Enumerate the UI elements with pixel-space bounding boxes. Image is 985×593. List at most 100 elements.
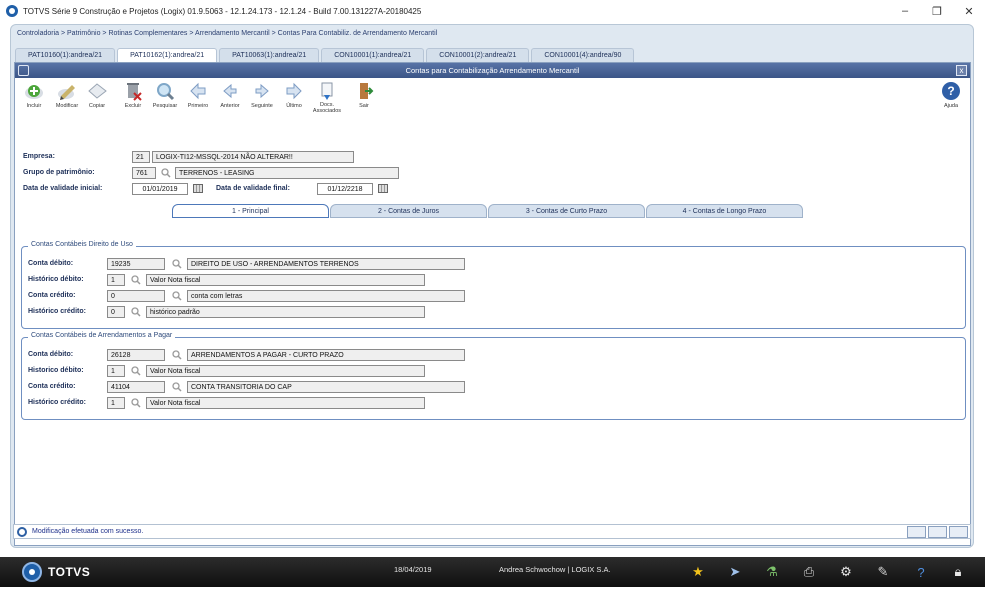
status-buttons	[905, 526, 968, 538]
pesquisar-button[interactable]: Pesquisar	[148, 80, 182, 114]
restore-button[interactable]: ❐	[921, 0, 953, 22]
copiar-button[interactable]: Copiar	[80, 80, 114, 114]
calendar-icon-inicial[interactable]	[193, 184, 203, 193]
tab-pat10063[interactable]: PAT10063(1):andrea/21	[219, 48, 320, 62]
data-inicial-field[interactable]: 01/01/2019	[132, 183, 188, 195]
tools-icon[interactable]: ⚗	[764, 564, 780, 580]
g2-conta-credito-label: Conta crédito:	[28, 383, 76, 390]
g2-historico-credito-code[interactable]: 1	[107, 397, 125, 409]
next-record-icon	[251, 80, 273, 102]
tab-contas-longo-prazo[interactable]: 4 - Contas de Longo Prazo	[646, 204, 803, 218]
seguinte-label: Seguinte	[251, 103, 273, 109]
g1-historico-debito-code[interactable]: 1	[107, 274, 125, 286]
navigate-icon[interactable]: ➤	[727, 564, 743, 580]
g2-conta-debito-lookup-icon[interactable]	[172, 350, 182, 360]
tab-con10001-2[interactable]: CON10001(2):andrea/21	[426, 48, 530, 62]
g2-conta-debito-code[interactable]: 26128	[107, 349, 165, 361]
favorites-star-icon[interactable]: ★	[690, 564, 706, 580]
g2-historico-debito-code[interactable]: 1	[107, 365, 125, 377]
grupo-lookup-icon[interactable]	[161, 168, 171, 178]
excluir-button[interactable]: Excluir	[116, 80, 150, 114]
g2-historico-credito-lookup-icon[interactable]	[131, 398, 141, 408]
tab-contas-juros[interactable]: 2 - Contas de Juros	[330, 204, 487, 218]
excluir-label: Excluir	[124, 103, 142, 109]
status-message: Modificação efetuada com sucesso.	[32, 528, 144, 535]
g1-historico-credito-label: Histórico crédito:	[28, 308, 86, 315]
tab-pat10162[interactable]: PAT10162(1):andrea/21	[117, 48, 218, 62]
status-button-3[interactable]	[949, 526, 968, 538]
sair-button[interactable]: Sair	[347, 80, 381, 114]
g1-historico-debito-desc: Valor Nota fiscal	[146, 274, 425, 286]
incluir-label: Incluir	[26, 103, 42, 109]
window-title: TOTVS Série 9 Construção e Projetos (Log…	[23, 6, 422, 16]
pesquisar-label: Pesquisar	[152, 103, 178, 109]
settings-gear-icon[interactable]: ⚙	[838, 564, 854, 580]
help-circle-icon[interactable]: ?	[913, 564, 929, 580]
docs-associados-button[interactable]: Docs. Associados	[310, 80, 344, 114]
seguinte-button[interactable]: Seguinte	[245, 80, 279, 114]
data-final-field[interactable]: 01/12/2218	[317, 183, 373, 195]
tab-contas-curto-prazo[interactable]: 3 - Contas de Curto Prazo	[488, 204, 645, 218]
g2-conta-credito-lookup-icon[interactable]	[172, 382, 182, 392]
g1-historico-debito-lookup-icon[interactable]	[131, 275, 141, 285]
g1-conta-credito-code[interactable]: 0	[107, 290, 165, 302]
form-tabs: 1 - Principal 2 - Contas de Juros 3 - Co…	[172, 204, 804, 218]
empresa-code-field[interactable]: 21	[132, 151, 150, 163]
g1-historico-credito-code[interactable]: 0	[107, 306, 125, 318]
g1-conta-debito-label: Conta débito:	[28, 260, 74, 267]
g1-conta-credito-label: Conta crédito:	[28, 292, 76, 299]
ultimo-label: Último	[286, 103, 302, 109]
g1-conta-debito-lookup-icon[interactable]	[172, 259, 182, 269]
ultimo-button[interactable]: Último	[277, 80, 311, 114]
g1-conta-credito-lookup-icon[interactable]	[172, 291, 182, 301]
g2-historico-debito-desc: Valor Nota fiscal	[146, 365, 425, 377]
breadcrumb: Controladoria > Patrimônio > Rotinas Com…	[17, 30, 438, 37]
totvs-logo-icon[interactable]	[22, 562, 42, 582]
modificar-label: Modificar	[55, 103, 79, 109]
primeiro-label: Primeiro	[187, 103, 209, 109]
g1-historico-credito-lookup-icon[interactable]	[131, 307, 141, 317]
group-arrendamentos-a-pagar: Contas Contábeis de Arrendamentos a Paga…	[21, 332, 966, 420]
status-button-2[interactable]	[928, 526, 947, 538]
minimize-button[interactable]: –	[889, 0, 921, 22]
anterior-button[interactable]: Anterior	[213, 80, 247, 114]
g2-conta-credito-code[interactable]: 41104	[107, 381, 165, 393]
ajuda-label: Ajuda	[943, 103, 959, 109]
copy-icon	[86, 80, 108, 102]
sair-label: Sair	[359, 103, 369, 109]
window-controls: – ❐ ✕	[889, 0, 985, 22]
grupo-code-field[interactable]: 761	[132, 167, 156, 179]
g1-conta-debito-code[interactable]: 19235	[107, 258, 165, 270]
window-menu-icon[interactable]	[18, 65, 29, 76]
exit-icon	[353, 80, 375, 102]
print-icon[interactable]: ⎙	[801, 564, 817, 580]
status-button-1[interactable]	[907, 526, 926, 538]
tab-pat10160[interactable]: PAT10160(1):andrea/21	[15, 48, 116, 62]
edit-icon	[56, 80, 78, 102]
grupo-label: Grupo de patrimônio:	[23, 169, 95, 176]
g1-historico-credito-desc: histórico padrão	[146, 306, 425, 318]
pin-icon[interactable]: ✎	[875, 564, 891, 580]
program-close-button[interactable]: x	[956, 65, 967, 76]
primeiro-button[interactable]: Primeiro	[181, 80, 215, 114]
g2-conta-debito-desc: ARRENDAMENTOS A PAGAR - CURTO PRAZO	[187, 349, 465, 361]
group-arrendamentos-title: Contas Contábeis de Arrendamentos a Paga…	[28, 332, 176, 339]
docs-label-2: Associados	[312, 108, 342, 114]
empresa-label: Empresa:	[23, 153, 55, 160]
g2-historico-credito-label: Histórico crédito:	[28, 399, 86, 406]
modificar-button[interactable]: Modificar	[50, 80, 84, 114]
calendar-icon-final[interactable]	[378, 184, 388, 193]
g1-historico-debito-label: Histórico débito:	[28, 276, 84, 283]
close-button[interactable]: ✕	[953, 0, 985, 22]
g2-conta-credito-desc: CONTA TRANSITORIA DO CAP	[187, 381, 465, 393]
tab-principal[interactable]: 1 - Principal	[172, 204, 329, 218]
app-frame: Controladoria > Patrimônio > Rotinas Com…	[10, 24, 974, 548]
ajuda-button[interactable]: ? Ajuda	[934, 80, 968, 114]
tab-con10001-4[interactable]: CON10001(4):andrea/90	[531, 48, 635, 62]
lock-icon[interactable]: 🔒︎	[950, 564, 966, 580]
incluir-button[interactable]: Incluir	[17, 80, 51, 114]
grupo-desc-field: TERRENOS - LEASING	[175, 167, 399, 179]
g2-historico-debito-lookup-icon[interactable]	[131, 366, 141, 376]
empresa-desc-field: LOGIX-TI12-MSSQL-2014 NÃO ALTERAR!!	[152, 151, 354, 163]
tab-con10001-1[interactable]: CON10001(1):andrea/21	[321, 48, 425, 62]
